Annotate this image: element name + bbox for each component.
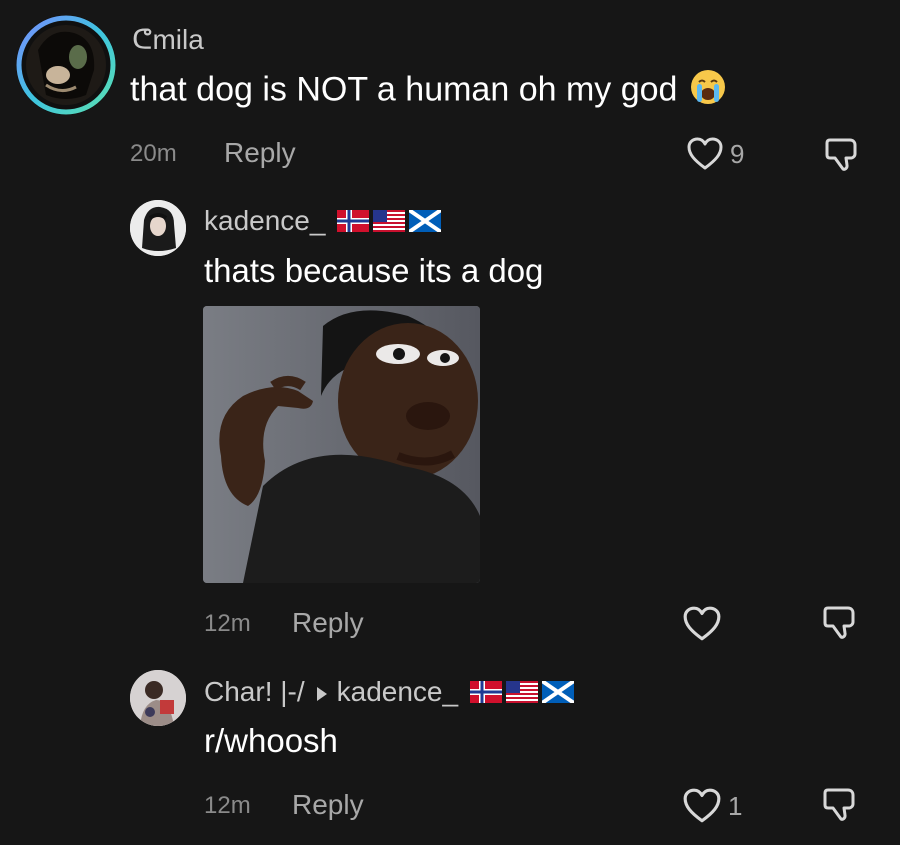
reply-button[interactable]: Reply [224,137,296,169]
comment-text-body: that dog is NOT a human oh my god [130,70,678,109]
username-text[interactable]: Char! |-/ [204,676,305,707]
attached-photo[interactable] [203,306,480,583]
scotland-flag-icon [408,207,443,239]
reply-to-username[interactable]: kadence_ [337,676,458,707]
comment-time: 12m [204,792,251,819]
loudly-crying-face-icon [689,68,727,115]
username: kadence_ [204,205,443,239]
comment-text: that dog is NOT a human oh my god [130,68,727,115]
username: Char! |-/ kadence_ [204,676,575,710]
username[interactable]: ᕦmila [132,23,204,56]
reply-button[interactable]: Reply [292,789,364,821]
comment-time: 20m [130,140,177,167]
caret-right-icon [316,686,327,701]
reply-button[interactable]: Reply [292,607,364,639]
dislike-button[interactable] [820,786,860,829]
avatar-image [130,200,186,256]
usa-flag-icon [505,678,538,710]
dislike-button[interactable] [822,136,862,179]
dislike-button[interactable] [820,604,860,647]
norway-flag-icon [469,678,502,710]
usa-flag-icon [373,207,406,239]
comment-text: thats because its a dog [204,252,544,289]
scotland-flag-icon [540,678,575,710]
norway-flag-icon [337,207,370,239]
heart-icon [687,137,723,170]
avatar[interactable] [130,670,186,726]
comment-time: 12m [204,610,251,637]
like-count: 9 [730,138,745,169]
dislike-icon [823,606,855,639]
avatar-image [130,670,186,726]
avatar[interactable] [130,200,186,256]
username-text[interactable]: kadence_ [204,205,325,236]
like-button[interactable]: 9 [686,136,744,172]
avatar[interactable] [16,15,116,115]
dislike-icon [823,788,855,821]
comment-text: r/whoosh [204,722,338,759]
heart-icon [683,788,721,823]
dislike-icon [825,138,857,171]
reaction-photo-image [203,306,480,583]
heart-icon [683,606,721,641]
like-button[interactable]: 1 [682,787,742,825]
like-count: 1 [728,790,743,821]
like-button[interactable] [682,605,728,643]
avatar-image [16,15,116,115]
